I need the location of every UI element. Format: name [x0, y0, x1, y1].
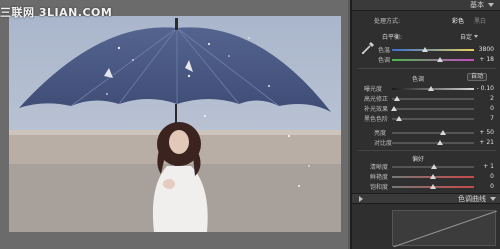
contrast-slider-row: 对比度 + 21 — [352, 138, 500, 147]
brightness-slider-row: 亮度 + 50 — [352, 128, 500, 137]
vibrance-label: 鲜艳度 — [370, 174, 389, 181]
clarity-slider-thumb[interactable] — [430, 164, 437, 169]
photo-canvas[interactable] — [9, 16, 341, 232]
brightness-slider-thumb[interactable] — [439, 130, 446, 135]
recovery-slider-thumb[interactable] — [393, 96, 400, 101]
recovery-label: 高光修正 — [364, 96, 389, 103]
tint-slider-row: 色调 + 18 — [352, 55, 500, 64]
brightness-label: 亮度 — [374, 130, 387, 137]
brightness-slider[interactable] — [392, 130, 474, 135]
tint-value[interactable]: + 18 — [479, 56, 494, 63]
fill-light-slider-row: 补光效果 0 — [352, 104, 500, 113]
saturation-slider[interactable] — [392, 184, 474, 189]
tone-curve-header[interactable]: 色调曲线 — [352, 193, 500, 204]
blacks-slider[interactable] — [392, 116, 474, 121]
fill-light-slider[interactable] — [390, 106, 474, 111]
chevron-down-icon — [474, 34, 479, 38]
blacks-slider-row: 黑色色阶 7 — [352, 114, 500, 123]
contrast-value[interactable]: + 21 — [479, 139, 494, 146]
expand-triangle-icon[interactable] — [359, 195, 363, 202]
collapse-triangle-icon[interactable] — [488, 3, 494, 7]
temp-value[interactable]: 3800 — [479, 46, 494, 53]
contrast-label: 对比度 — [374, 140, 393, 147]
white-balance-preset-value: 自定 — [460, 33, 473, 41]
panel-header-label: 基本 — [470, 1, 484, 9]
fill-light-label: 补光效果 — [364, 106, 389, 113]
treatment-color-option[interactable]: 彩色 — [452, 16, 464, 25]
saturation-value[interactable]: 0 — [490, 183, 494, 190]
tone-auto-button[interactable]: 自动 — [467, 73, 487, 81]
white-balance-preset-dropdown[interactable]: 自定 — [460, 32, 479, 41]
temp-slider-row: 色温 3800 — [352, 45, 500, 54]
vibrance-value[interactable]: 0 — [490, 173, 494, 180]
tone-curve-graph[interactable] — [392, 210, 498, 248]
tint-slider[interactable] — [392, 57, 474, 62]
brightness-value[interactable]: + 50 — [479, 129, 494, 136]
fill-light-value[interactable]: 0 — [490, 105, 494, 112]
vibrance-slider[interactable] — [392, 174, 474, 179]
blacks-slider-thumb[interactable] — [395, 116, 402, 121]
exposure-slider-thumb[interactable] — [428, 86, 435, 91]
temp-label: 色温 — [378, 47, 391, 54]
tone-curve-label: 色调曲线 — [458, 194, 486, 203]
contrast-slider-thumb[interactable] — [436, 140, 443, 145]
tone-section-label: 色调 — [412, 76, 425, 83]
saturation-label: 饱和度 — [370, 184, 389, 191]
photo-image — [9, 16, 341, 232]
watermark: 三联网 3LIAN.COM — [0, 4, 140, 19]
clarity-slider[interactable] — [392, 164, 474, 169]
recovery-slider[interactable] — [392, 96, 474, 101]
collapse-triangle-icon[interactable] — [490, 196, 496, 201]
exposure-slider[interactable] — [392, 86, 474, 91]
section-divider — [358, 68, 496, 69]
tint-label: 色调 — [378, 57, 391, 64]
contrast-slider[interactable] — [392, 140, 474, 145]
watermark-text: 三联网 3LIAN.COM — [0, 6, 113, 19]
recovery-value[interactable]: 2 — [490, 95, 494, 102]
temp-slider-thumb[interactable] — [421, 47, 428, 52]
exposure-slider-row: 曝光度 - 0.10 — [352, 84, 500, 93]
develop-panel: 基本 处理方式: 彩色 黑白 白平衡: 自定 色温 3800 色调 + 18 色… — [350, 0, 500, 249]
saturation-slider-thumb[interactable] — [430, 184, 436, 189]
treatment-toggle: 彩色 黑白 — [452, 16, 486, 25]
vibrance-slider-row: 鲜艳度 0 — [352, 172, 500, 181]
treatment-bw-option[interactable]: 黑白 — [474, 16, 486, 25]
tone-curve-line — [392, 210, 498, 248]
vibrance-slider-thumb[interactable] — [430, 174, 436, 179]
photo-viewport: 三联网 3LIAN.COM — [0, 0, 348, 249]
blacks-value[interactable]: 7 — [490, 115, 494, 122]
clarity-slider-row: 清晰度 + 1 — [352, 162, 500, 171]
tint-slider-thumb[interactable] — [436, 57, 443, 62]
section-divider — [358, 150, 496, 151]
treatment-label: 处理方式: — [374, 18, 401, 25]
recovery-slider-row: 高光修正 2 — [352, 94, 500, 103]
basic-panel-header[interactable]: 基本 — [352, 0, 500, 11]
clarity-value[interactable]: + 1 — [483, 163, 494, 170]
exposure-label: 曝光度 — [364, 86, 383, 93]
temp-slider[interactable] — [392, 47, 474, 52]
saturation-slider-row: 饱和度 0 — [352, 182, 500, 191]
blacks-label: 黑色色阶 — [364, 116, 389, 123]
white-balance-label: 白平衡: — [382, 34, 403, 41]
exposure-value[interactable]: - 0.10 — [477, 85, 494, 92]
clarity-label: 清晰度 — [370, 164, 389, 171]
fill-light-slider-thumb[interactable] — [390, 106, 397, 111]
